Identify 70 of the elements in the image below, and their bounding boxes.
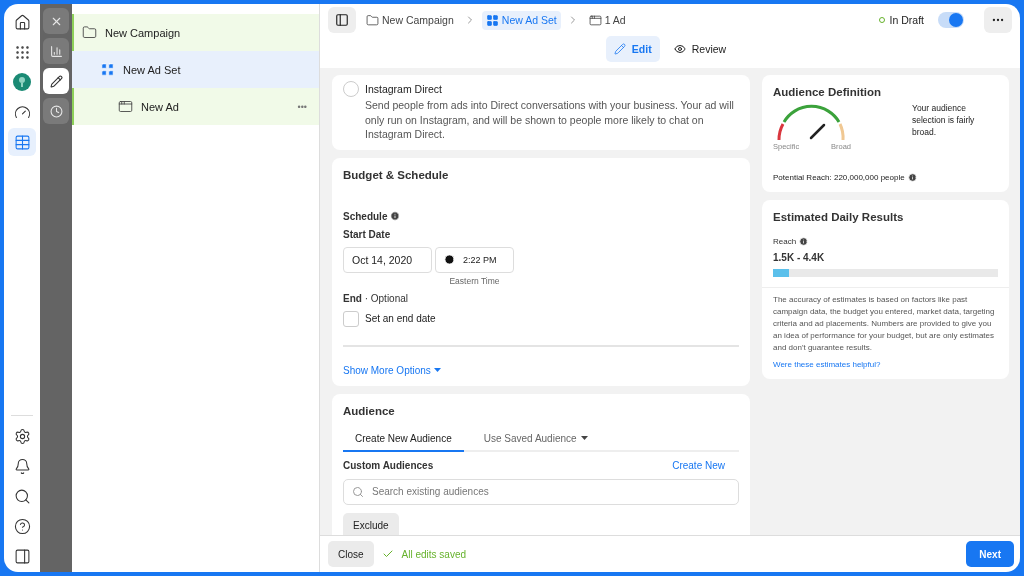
breadcrumb-link[interactable]: New Ad Set xyxy=(481,10,561,30)
audience-verdict: Your audience selection is fairly broad. xyxy=(912,102,976,138)
tree-label: New Campaign xyxy=(105,26,182,39)
card-title: Audience xyxy=(343,404,396,417)
search-field[interactable]: Search existing audiences xyxy=(343,478,739,505)
info-icon xyxy=(799,237,809,246)
sidebar-icon xyxy=(335,13,349,27)
disclaimer-text: The accuracy of estimates is based on factors like past campaign data, the budget you entered, market data, targeting criteria and ad placements. Numbers are provided to give you an idea of performance for your budget, but are only estimates and don't guarantee results. xyxy=(773,294,996,354)
card-title: Budget & Schedule xyxy=(343,168,450,181)
tree-item[interactable]: New Ad Set xyxy=(72,51,319,88)
reach-label: Reach xyxy=(773,237,797,246)
radio-button[interactable] xyxy=(343,81,359,97)
feedback-link[interactable]: Were these estimates helpful? xyxy=(773,360,881,369)
time-field[interactable]: 2:22 PM xyxy=(435,246,514,273)
field-label: Schedule xyxy=(343,210,388,222)
date-field[interactable]: Oct 14, 2020 xyxy=(343,246,432,273)
saved-status: All edits saved xyxy=(401,548,467,560)
checkbox[interactable] xyxy=(343,310,359,327)
breadcrumb-link[interactable]: 1 Ad xyxy=(584,10,630,30)
field-label: Start Date xyxy=(343,228,392,240)
bar-chart-icon xyxy=(49,44,63,58)
timezone-label: Eastern Time xyxy=(449,275,500,286)
exclude-button[interactable]: Exclude xyxy=(343,512,399,535)
checkbox-label: Set an end date xyxy=(365,313,436,324)
audience-tab[interactable]: Create New Audience xyxy=(343,424,464,452)
tree-item[interactable]: New Campaign xyxy=(72,14,319,51)
eye-icon xyxy=(673,43,686,55)
more-button[interactable]: ••• xyxy=(297,101,307,112)
breadcrumb-link[interactable]: New Campaign xyxy=(362,10,458,30)
bar-chart-button[interactable] xyxy=(43,38,69,64)
caret-icon xyxy=(433,367,441,373)
mode-tab[interactable]: Edit xyxy=(605,36,660,62)
draft-toggle[interactable] xyxy=(938,12,964,28)
grid-icon xyxy=(485,13,499,27)
check-icon xyxy=(381,548,394,560)
potential-reach: Potential Reach: 220,000,000 people xyxy=(773,173,905,182)
info-icon xyxy=(390,211,401,221)
pencil-icon xyxy=(613,43,626,55)
card-title: Estimated Daily Results xyxy=(773,211,905,223)
clock-button[interactable] xyxy=(43,98,69,124)
next-button[interactable]: Next xyxy=(966,541,1014,567)
status-label: In Draft xyxy=(878,14,924,26)
card-title: Audience Definition xyxy=(773,86,882,98)
folder-icon xyxy=(82,25,97,40)
table-icon[interactable] xyxy=(8,128,36,156)
window-icon xyxy=(118,99,133,114)
grid-icon xyxy=(100,62,115,77)
field-label: Custom Audiences xyxy=(343,459,434,471)
close-button[interactable] xyxy=(43,8,69,34)
tree-label: New Ad Set xyxy=(123,63,182,76)
option-description: Send people from ads into Direct conversations with your business. Your ad will only run on Instagram, and will be shown to people more likely to chat on Instagram Direct. xyxy=(365,98,735,142)
field-label: End · Optional xyxy=(343,292,410,304)
clock-icon xyxy=(444,254,455,265)
option-title: Instagram Direct xyxy=(365,83,444,95)
show-more-link[interactable]: Show More Options xyxy=(343,364,441,376)
audience-tab[interactable]: Use Saved Audience xyxy=(471,424,600,452)
clock-icon xyxy=(49,104,63,118)
sidebar-toggle-button[interactable] xyxy=(328,7,356,33)
pencil-icon xyxy=(49,74,63,88)
mode-tab[interactable]: Review xyxy=(665,36,735,62)
search-icon xyxy=(352,485,364,498)
create-new-link[interactable]: Create New xyxy=(672,459,725,471)
close-button[interactable]: Close xyxy=(328,541,374,567)
pencil-button[interactable] xyxy=(43,68,69,94)
window-icon xyxy=(588,13,602,27)
info-icon xyxy=(907,173,917,182)
folder-icon xyxy=(366,13,379,27)
tree-label: New Ad xyxy=(141,100,180,113)
reach-range: 1.5K - 4.4K xyxy=(773,252,826,263)
tree-item[interactable]: New Ad ••• xyxy=(72,88,319,125)
